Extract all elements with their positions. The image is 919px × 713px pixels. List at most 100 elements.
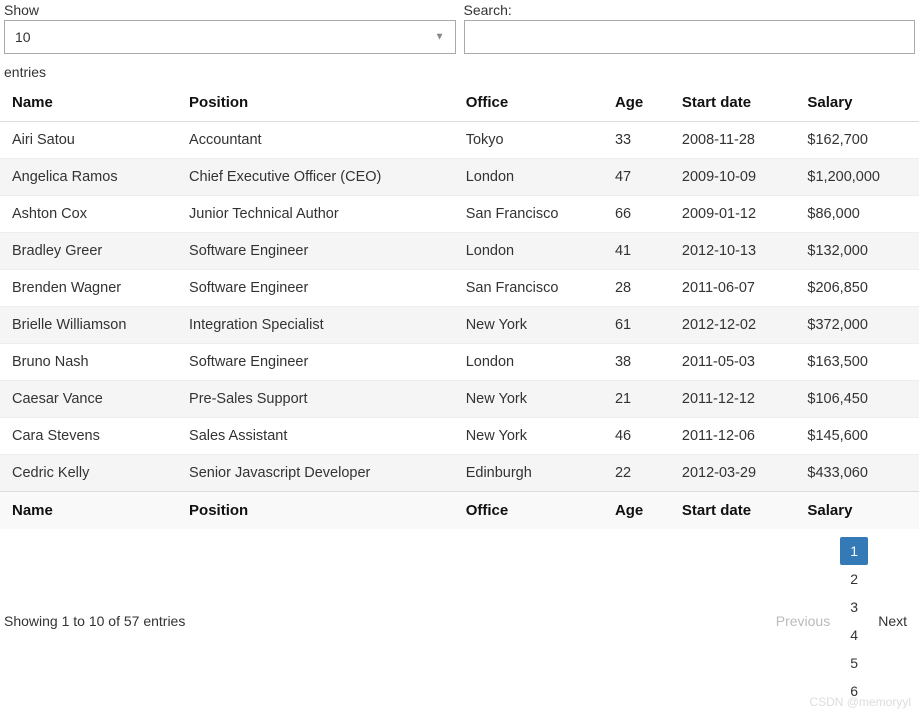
page-button-5[interactable]: 5 bbox=[840, 649, 868, 677]
cell-name: Airi Satou bbox=[0, 122, 177, 159]
cell-start_date: 2011-12-12 bbox=[670, 381, 796, 418]
table-row: Caesar VancePre-Sales SupportNew York212… bbox=[0, 381, 919, 418]
cell-salary: $162,700 bbox=[795, 122, 919, 159]
cell-salary: $206,850 bbox=[795, 270, 919, 307]
cell-age: 22 bbox=[603, 455, 670, 492]
cell-position: Senior Javascript Developer bbox=[177, 455, 454, 492]
cell-office: London bbox=[454, 344, 603, 381]
cell-age: 33 bbox=[603, 122, 670, 159]
cell-start_date: 2012-12-02 bbox=[670, 307, 796, 344]
cell-start_date: 2011-06-07 bbox=[670, 270, 796, 307]
cell-start_date: 2009-10-09 bbox=[670, 159, 796, 196]
cell-age: 66 bbox=[603, 196, 670, 233]
cell-age: 61 bbox=[603, 307, 670, 344]
cell-salary: $163,500 bbox=[795, 344, 919, 381]
table-row: Brenden WagnerSoftware EngineerSan Franc… bbox=[0, 270, 919, 307]
table-row: Airi SatouAccountantTokyo332008-11-28$16… bbox=[0, 122, 919, 159]
col-header-name[interactable]: Name bbox=[0, 84, 177, 122]
col-footer-office: Office bbox=[454, 492, 603, 530]
cell-name: Bradley Greer bbox=[0, 233, 177, 270]
cell-position: Software Engineer bbox=[177, 344, 454, 381]
col-footer-name: Name bbox=[0, 492, 177, 530]
prev-button[interactable]: Previous bbox=[768, 607, 838, 635]
cell-position: Integration Specialist bbox=[177, 307, 454, 344]
cell-age: 47 bbox=[603, 159, 670, 196]
cell-office: New York bbox=[454, 418, 603, 455]
cell-salary: $132,000 bbox=[795, 233, 919, 270]
table-row: Cedric KellySenior Javascript DeveloperE… bbox=[0, 455, 919, 492]
table-row: Bradley GreerSoftware EngineerLondon4120… bbox=[0, 233, 919, 270]
cell-position: Accountant bbox=[177, 122, 454, 159]
col-footer-start-date: Start date bbox=[670, 492, 796, 530]
pagination: Previous 123456 Next bbox=[768, 537, 915, 705]
col-header-office[interactable]: Office bbox=[454, 84, 603, 122]
cell-salary: $106,450 bbox=[795, 381, 919, 418]
cell-age: 46 bbox=[603, 418, 670, 455]
cell-office: Edinburgh bbox=[454, 455, 603, 492]
cell-age: 21 bbox=[603, 381, 670, 418]
cell-name: Cara Stevens bbox=[0, 418, 177, 455]
page-size-select[interactable]: 10 ▼ bbox=[4, 20, 456, 54]
col-header-start-date[interactable]: Start date bbox=[670, 84, 796, 122]
cell-position: Pre-Sales Support bbox=[177, 381, 454, 418]
col-header-salary[interactable]: Salary bbox=[795, 84, 919, 122]
cell-name: Caesar Vance bbox=[0, 381, 177, 418]
cell-name: Bruno Nash bbox=[0, 344, 177, 381]
cell-office: London bbox=[454, 233, 603, 270]
cell-start_date: 2011-05-03 bbox=[670, 344, 796, 381]
page-button-2[interactable]: 2 bbox=[840, 565, 868, 593]
chevron-down-icon: ▼ bbox=[435, 32, 445, 43]
cell-office: London bbox=[454, 159, 603, 196]
next-button[interactable]: Next bbox=[870, 607, 915, 635]
table-row: Ashton CoxJunior Technical AuthorSan Fra… bbox=[0, 196, 919, 233]
entries-label: entries bbox=[0, 56, 919, 84]
cell-start_date: 2009-01-12 bbox=[670, 196, 796, 233]
cell-position: Chief Executive Officer (CEO) bbox=[177, 159, 454, 196]
cell-salary: $86,000 bbox=[795, 196, 919, 233]
cell-salary: $372,000 bbox=[795, 307, 919, 344]
cell-position: Software Engineer bbox=[177, 270, 454, 307]
data-table: Name Position Office Age Start date Sala… bbox=[0, 84, 919, 529]
table-row: Bruno NashSoftware EngineerLondon382011-… bbox=[0, 344, 919, 381]
cell-start_date: 2011-12-06 bbox=[670, 418, 796, 455]
table-info: Showing 1 to 10 of 57 entries bbox=[4, 613, 768, 629]
search-input[interactable] bbox=[464, 20, 916, 54]
cell-name: Angelica Ramos bbox=[0, 159, 177, 196]
page-button-4[interactable]: 4 bbox=[840, 621, 868, 649]
cell-office: San Francisco bbox=[454, 270, 603, 307]
col-footer-age: Age bbox=[603, 492, 670, 530]
show-label: Show bbox=[4, 2, 456, 18]
cell-age: 38 bbox=[603, 344, 670, 381]
cell-position: Junior Technical Author bbox=[177, 196, 454, 233]
cell-age: 41 bbox=[603, 233, 670, 270]
col-header-age[interactable]: Age bbox=[603, 84, 670, 122]
cell-salary: $1,200,000 bbox=[795, 159, 919, 196]
cell-start_date: 2012-03-29 bbox=[670, 455, 796, 492]
page-size-value: 10 bbox=[15, 29, 31, 45]
cell-name: Cedric Kelly bbox=[0, 455, 177, 492]
col-footer-salary: Salary bbox=[795, 492, 919, 530]
cell-name: Brenden Wagner bbox=[0, 270, 177, 307]
page-button-1[interactable]: 1 bbox=[840, 537, 868, 565]
table-row: Brielle WilliamsonIntegration Specialist… bbox=[0, 307, 919, 344]
cell-office: New York bbox=[454, 381, 603, 418]
table-row: Cara StevensSales AssistantNew York46201… bbox=[0, 418, 919, 455]
cell-start_date: 2008-11-28 bbox=[670, 122, 796, 159]
cell-start_date: 2012-10-13 bbox=[670, 233, 796, 270]
cell-salary: $433,060 bbox=[795, 455, 919, 492]
col-header-position[interactable]: Position bbox=[177, 84, 454, 122]
cell-office: New York bbox=[454, 307, 603, 344]
cell-position: Software Engineer bbox=[177, 233, 454, 270]
cell-age: 28 bbox=[603, 270, 670, 307]
search-label: Search: bbox=[464, 2, 916, 18]
cell-salary: $145,600 bbox=[795, 418, 919, 455]
cell-office: San Francisco bbox=[454, 196, 603, 233]
cell-name: Brielle Williamson bbox=[0, 307, 177, 344]
page-button-6[interactable]: 6 bbox=[840, 677, 868, 705]
col-footer-position: Position bbox=[177, 492, 454, 530]
cell-position: Sales Assistant bbox=[177, 418, 454, 455]
cell-name: Ashton Cox bbox=[0, 196, 177, 233]
table-row: Angelica RamosChief Executive Officer (C… bbox=[0, 159, 919, 196]
cell-office: Tokyo bbox=[454, 122, 603, 159]
page-button-3[interactable]: 3 bbox=[840, 593, 868, 621]
